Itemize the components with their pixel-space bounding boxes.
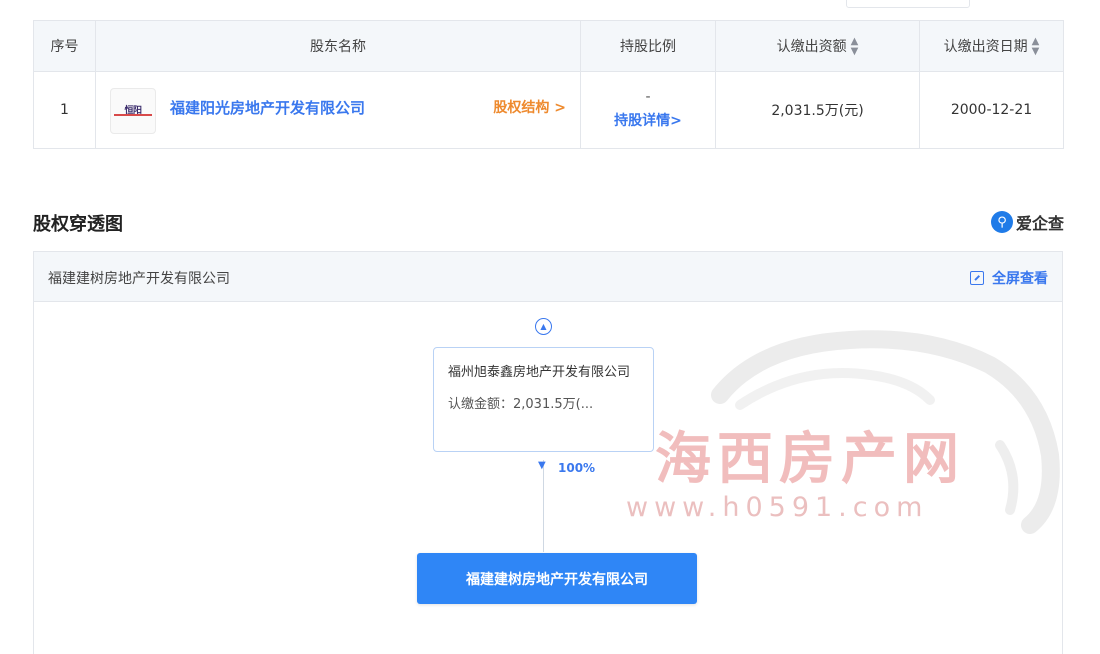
top-search-box-edge: [846, 0, 970, 8]
panel-title: 福建建树房地产开发有限公司: [48, 271, 230, 287]
ratio-cell: - 持股详情>: [580, 71, 716, 149]
arrow-down-icon: ▼: [538, 460, 546, 471]
sort-icon[interactable]: ▲ ▼: [851, 36, 859, 57]
fullscreen-label: 全屏查看: [992, 271, 1048, 287]
company-logo[interactable]: 恒阳: [110, 88, 156, 134]
equity-structure-link[interactable]: 股权结构 >: [493, 97, 566, 117]
shareholder-table: 序号 股东名称 持股比例 认缴出资额 ▲ ▼ 认缴出资日期 ▲ ▼ 1 恒阳 福建阳光房…: [33, 20, 1064, 149]
table-row: 1 恒阳 福建阳光房地产开发有限公司 股权结构 > - 持股详情> 2,031.…: [33, 71, 1064, 149]
header-subscribed-date-label: 认缴出资日期: [943, 38, 1028, 55]
brand-logo: ⚲ 爱企查: [990, 210, 1064, 234]
shareholder-company-link[interactable]: 福建阳光房地产开发有限公司: [170, 97, 365, 118]
magnifier-icon: ⚲: [990, 211, 1013, 233]
fullscreen-button[interactable]: 全屏查看: [970, 268, 1048, 288]
subscribed-amount-cell: 2,031.5万(元): [715, 71, 920, 149]
holding-detail-link[interactable]: 持股详情>: [581, 110, 715, 130]
header-subscribed-date[interactable]: 认缴出资日期 ▲ ▼: [919, 20, 1064, 72]
parent-shareholder-node[interactable]: 福州旭泰鑫房地产开发有限公司 认缴金额：2,031.5万(...: [433, 347, 654, 452]
brand-name: 爱企查: [1015, 214, 1064, 233]
ratio-value: -: [645, 89, 651, 105]
expand-node-icon[interactable]: ▲: [535, 318, 552, 335]
shareholder-cell: 恒阳 福建阳光房地产开发有限公司 股权结构 >: [95, 71, 581, 149]
header-subscribed-amount[interactable]: 认缴出资额 ▲ ▼: [715, 20, 920, 72]
table-header-row: 序号 股东名称 持股比例 认缴出资额 ▲ ▼ 认缴出资日期 ▲ ▼: [33, 20, 1064, 72]
row-index: 1: [33, 71, 96, 149]
sort-icon[interactable]: ▲ ▼: [1032, 36, 1040, 57]
logo-stripe: [114, 114, 152, 116]
section-title: 股权穿透图: [33, 214, 123, 235]
edge-line: [543, 460, 544, 552]
header-subscribed-amount-label: 认缴出资额: [776, 38, 847, 55]
panel-header: 福建建树房地产开发有限公司 全屏查看: [34, 252, 1062, 302]
header-shareholder: 股东名称: [95, 20, 581, 72]
header-index: 序号: [33, 20, 96, 72]
header-ratio: 持股比例: [580, 20, 716, 72]
subscribed-date-cell: 2000-12-21: [919, 71, 1064, 149]
target-company-node[interactable]: 福建建树房地产开发有限公司: [417, 553, 697, 604]
edge-percent: 100%: [558, 461, 596, 475]
parent-node-name: 福州旭泰鑫房地产开发有限公司: [448, 365, 631, 380]
parent-node-amount: 认缴金额：2,031.5万(...: [448, 397, 594, 412]
fullscreen-icon: [970, 271, 984, 285]
